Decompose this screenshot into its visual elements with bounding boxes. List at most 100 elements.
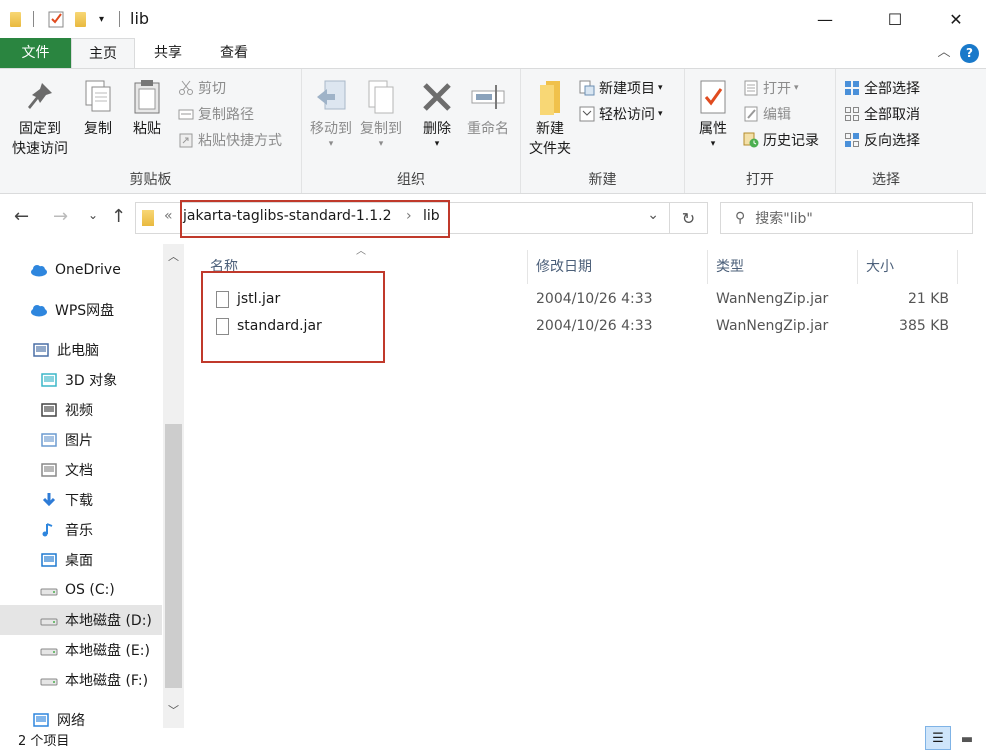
sidebar-scrollbar[interactable]: ︿ ﹀ [163,244,184,728]
network-icon [32,712,50,728]
rename-label: 重命名 [467,121,509,137]
column-header-size[interactable]: 大小 [858,250,958,284]
copy-to-button[interactable]: 复制到 ▾ [356,77,406,149]
history-label: 历史记录 [763,133,819,149]
sidebar-item[interactable]: WPS网盘 [0,295,162,325]
customize-quick-access-icon[interactable]: ▾ [99,9,104,29]
sidebar-item[interactable]: 本地磁盘 (E:) [0,635,162,665]
sidebar-item-label: 3D 对象 [65,373,118,389]
select-all-label: 全部选择 [864,81,920,97]
scroll-up-icon[interactable]: ︿ [168,248,179,264]
tab-file[interactable]: 文件 [0,38,71,68]
refresh-icon[interactable]: ↻ [670,202,708,234]
sidebar-item[interactable]: 此电脑 [0,335,162,365]
new-folder-button[interactable]: 新建 文件夹 [525,77,575,159]
select-all-button[interactable]: 全部选择 [844,77,920,99]
sidebar-item[interactable]: OS (C:) [0,575,162,605]
tab-view[interactable]: 查看 [202,38,266,68]
ribbon-tabs: 文件 主页 共享 查看 ︿ ? [0,38,986,68]
sidebar-item[interactable]: 图片 [0,425,162,455]
column-header-modified[interactable]: 修改日期 [528,250,708,284]
tab-home[interactable]: 主页 [71,38,135,68]
file-modified: 2004/10/26 4:33 [536,291,653,307]
sidebar-item-label: 文档 [65,463,93,479]
details-view-icon[interactable]: ☰ [925,726,951,750]
move-to-button[interactable]: 移动到 ▾ [306,77,356,149]
new-folder-quick-icon[interactable] [75,9,86,29]
forward-arrow-icon[interactable]: → [53,206,68,227]
pin-icon [22,77,58,117]
paste-shortcut-icon [178,132,194,148]
sidebar-item[interactable]: 下载 [0,485,162,515]
move-to-label: 移动到 [310,121,352,137]
properties-quick-icon[interactable] [48,9,66,29]
sidebar-item[interactable]: 桌面 [0,545,162,575]
maximize-button[interactable]: ☐ [872,0,918,38]
invert-selection-label: 反向选择 [864,133,920,149]
search-placeholder: 搜索"lib" [755,211,813,227]
easy-access-button[interactable]: 轻松访问 ▾ [579,103,663,125]
tab-share[interactable]: 共享 [136,38,200,68]
pin-quick-access-button[interactable]: 固定到 快速访问 [6,77,74,159]
close-button[interactable]: ✕ [933,0,979,38]
organize-group: 移动到 ▾ 复制到 ▾ 删除 ▾ 重命名 组织 [302,69,521,193]
column-header-type[interactable]: 类型 [708,250,858,284]
copy-button[interactable]: 复制 [78,77,118,139]
address-dropdown-chevron-icon[interactable]: ⌄ [647,207,659,223]
sidebar-item[interactable]: 本地磁盘 (D:) [0,605,162,635]
up-arrow-icon[interactable]: ↑ [111,206,126,227]
delete-button[interactable]: 删除 ▾ [418,77,456,149]
scroll-down-icon[interactable]: ﹀ [168,702,179,718]
search-input[interactable]: ⚲ 搜索"lib" [720,202,973,234]
recent-locations-chevron-icon[interactable]: ⌄ [88,208,98,222]
sidebar-item[interactable]: 文档 [0,455,162,485]
select-none-label: 全部取消 [864,107,920,123]
large-icons-view-icon[interactable]: ▬ [955,728,979,750]
new-item-button[interactable]: 新建项目 ▾ [579,77,663,99]
collapse-ribbon-icon[interactable]: ︿ [934,38,954,68]
sidebar-item-label: 本地磁盘 (E:) [65,643,150,659]
drive-icon [40,642,58,658]
desktop-icon [40,552,58,568]
ribbon: 固定到 快速访问 复制 粘贴 剪切 复制路径 粘贴快捷方式 剪贴板 移动到 ▾ … [0,68,986,194]
history-icon [743,132,759,148]
title-bar: ▾ lib — ☐ ✕ [0,0,986,38]
sidebar-item[interactable]: OneDrive [0,255,162,285]
edit-button[interactable]: 编辑 [743,103,791,125]
files-highlight-box [201,271,385,363]
help-icon[interactable]: ? [960,44,979,63]
clipboard-group: 固定到 快速访问 复制 粘贴 剪切 复制路径 粘贴快捷方式 剪贴板 [0,69,302,193]
properties-button[interactable]: 属性 ▾ [691,77,735,149]
rename-button[interactable]: 重命名 [464,77,512,139]
sidebar-item[interactable]: 视频 [0,395,162,425]
breadcrumb-overflow[interactable]: « [164,208,173,224]
sidebar-item[interactable]: 3D 对象 [0,365,162,395]
search-icon: ⚲ [735,210,746,226]
windows-drive-icon [40,582,58,598]
sidebar-item[interactable]: 音乐 [0,515,162,545]
minimize-button[interactable]: — [802,0,848,38]
cut-button[interactable]: 剪切 [178,77,226,99]
invert-selection-button[interactable]: 反向选择 [844,129,920,151]
select-none-icon [844,106,860,122]
select-none-button[interactable]: 全部取消 [844,103,920,125]
history-button[interactable]: 历史记录 [743,129,819,151]
file-modified: 2004/10/26 4:33 [536,318,653,334]
navigation-pane: OneDrive WPS网盘此电脑 3D 对象视频 图片文档下载 音乐 桌面 OS (C:)… [0,244,184,728]
paste-button[interactable]: 粘贴 [126,77,168,139]
address-highlight-box [180,200,450,238]
paste-shortcut-button[interactable]: 粘贴快捷方式 [178,129,282,151]
folder-icon [10,9,21,29]
sidebar-item[interactable]: 本地磁盘 (F:) [0,665,162,695]
drive-icon [40,612,58,628]
sidebar-item-label: WPS网盘 [55,303,115,319]
cut-label: 剪切 [198,81,226,97]
scrollbar-thumb[interactable] [165,424,182,688]
status-bar: 2 个项目 ☰ ▬ [0,726,986,753]
back-arrow-icon[interactable]: ← [14,206,29,227]
copy-path-icon [178,106,194,122]
sidebar-item[interactable]: 网络 [0,705,162,728]
open-group: 属性 ▾ 打开 ▾ 编辑 历史记录 打开 [685,69,836,193]
open-button[interactable]: 打开 ▾ [743,77,799,99]
copy-path-button[interactable]: 复制路径 [178,103,254,125]
